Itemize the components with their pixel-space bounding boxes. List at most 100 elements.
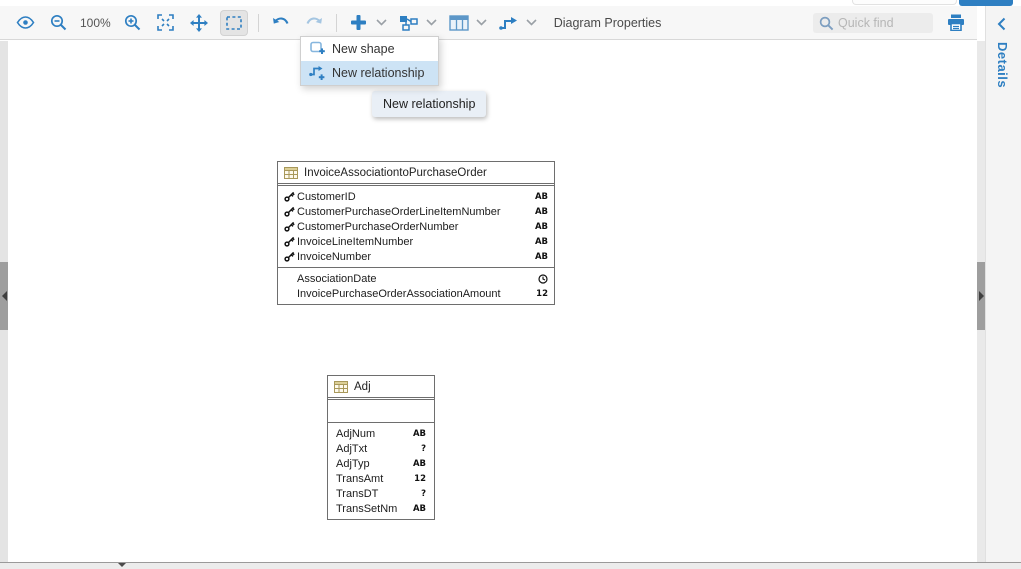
menu-item-new-shape[interactable]: New shape: [301, 37, 438, 61]
selection-rectangle-icon: [226, 16, 242, 30]
relationship-style-button[interactable]: [498, 12, 520, 34]
attribute-row[interactable]: TransAmt 12: [328, 471, 434, 486]
relationship-style-dropdown-arrow[interactable]: [526, 19, 537, 26]
key-icon: [284, 251, 297, 262]
non-key-attributes-compartment: AdjNum AB AdjTxt ? AdjTyp AB TransAmt 12…: [328, 423, 434, 519]
new-item-dropdown-arrow[interactable]: [376, 19, 387, 26]
eye-icon: [16, 16, 35, 29]
print-button[interactable]: [945, 12, 967, 34]
entity-name: InvoiceAssociationtoPurchaseOrder: [304, 167, 487, 179]
entity-table-icon: [334, 381, 348, 393]
pan-tool-button[interactable]: [188, 12, 210, 34]
attribute-name: AssociationDate: [297, 273, 538, 285]
collapse-panel-button[interactable]: [997, 17, 1006, 31]
left-panel-rail: [0, 41, 8, 562]
new-item-button[interactable]: [348, 12, 370, 34]
attribute-name: TransSetNm: [336, 503, 413, 515]
attribute-row[interactable]: TransDT ?: [328, 486, 434, 501]
new-relationship-icon: [309, 65, 325, 81]
attribute-row[interactable]: AdjTxt ?: [328, 441, 434, 456]
attribute-row[interactable]: AdjTyp AB: [328, 456, 434, 471]
key-icon: [284, 206, 297, 217]
attribute-row[interactable]: InvoiceNumber AB: [278, 249, 554, 264]
entity-adj[interactable]: Adj AdjNum AB AdjTxt ? AdjTyp AB TransAm…: [327, 375, 435, 520]
fit-to-screen-button[interactable]: [155, 12, 177, 34]
attribute-row[interactable]: CustomerID AB: [278, 189, 554, 204]
new-shape-icon: [309, 41, 325, 57]
attribute-type: ?: [421, 489, 426, 499]
move-arrows-icon: [190, 14, 208, 32]
auto-layout-button[interactable]: [398, 12, 420, 34]
search-icon: [819, 16, 834, 31]
chevron-down-icon: [476, 19, 487, 26]
cutoff-blue-button-fragment[interactable]: [959, 0, 1013, 6]
preview-eye-button[interactable]: [14, 12, 36, 34]
attribute-type: AB: [535, 222, 548, 232]
diagram-properties-button[interactable]: Diagram Properties: [554, 16, 662, 30]
attribute-type: AB: [535, 192, 548, 202]
attribute-type: AB: [535, 252, 548, 262]
menu-item-label: New shape: [332, 42, 395, 56]
layout-boxes-icon: [399, 15, 418, 31]
entity-table-icon: [284, 167, 298, 179]
zoom-level: 100%: [80, 16, 111, 30]
attribute-name: CustomerPurchaseOrderLineItemNumber: [297, 206, 535, 218]
bottom-panel-rail: [0, 562, 1021, 569]
plus-icon: [351, 15, 366, 30]
attribute-row[interactable]: CustomerPurchaseOrderNumber AB: [278, 219, 554, 234]
toolbar-divider: [336, 14, 337, 32]
cutoff-input-fragment: [852, 0, 957, 5]
auto-layout-dropdown-arrow[interactable]: [426, 19, 437, 26]
tooltip: New relationship: [372, 91, 486, 117]
entity-header[interactable]: Adj: [328, 376, 434, 398]
attribute-row[interactable]: TransSetNm AB: [328, 501, 434, 516]
redo-icon: [305, 16, 323, 29]
attribute-name: InvoiceLineItemNumber: [297, 236, 535, 248]
attribute-type: AB: [413, 429, 426, 439]
attribute-type: AB: [413, 459, 426, 469]
redo-button[interactable]: [303, 12, 325, 34]
zoom-out-icon: [50, 14, 67, 31]
right-panel-expand-handle[interactable]: [977, 262, 985, 330]
bottom-panel-expand-handle[interactable]: [118, 563, 126, 567]
attribute-type: 12: [414, 474, 426, 484]
non-key-attributes-compartment: AssociationDate InvoicePurchaseOrderAsso…: [278, 268, 554, 304]
zoom-out-button[interactable]: [47, 12, 69, 34]
attribute-row[interactable]: InvoicePurchaseOrderAssociationAmount 12: [278, 286, 554, 301]
key-attributes-compartment: CustomerID AB CustomerPurchaseOrderLineI…: [278, 186, 554, 268]
undo-button[interactable]: [270, 12, 292, 34]
attribute-name: TransDT: [336, 488, 421, 500]
key-icon: [284, 191, 297, 202]
chevron-down-icon: [426, 19, 437, 26]
chevron-left-icon: [2, 291, 7, 301]
clock-icon: [538, 274, 548, 284]
attribute-name: InvoiceNumber: [297, 251, 535, 263]
toolbar-divider: [258, 14, 259, 32]
toolbar-right-group: [813, 12, 967, 34]
attribute-type: AB: [535, 237, 548, 247]
right-panel-rail: [977, 41, 985, 562]
attribute-type: ?: [421, 444, 426, 454]
key-icon: [284, 221, 297, 232]
tab-details[interactable]: Details: [995, 42, 1010, 88]
select-tool-button[interactable]: [221, 11, 247, 35]
attribute-row[interactable]: CustomerPurchaseOrderLineItemNumber AB: [278, 204, 554, 219]
table-display-button[interactable]: [448, 12, 470, 34]
entity-invoice-association[interactable]: InvoiceAssociationtoPurchaseOrder Custom…: [277, 161, 555, 305]
attribute-row[interactable]: InvoiceLineItemNumber AB: [278, 234, 554, 249]
diagram-editor-window: 100%: [0, 0, 1021, 569]
details-sidebar: Details: [985, 6, 1021, 562]
chevron-down-icon: [526, 19, 537, 26]
chevron-down-icon: [376, 19, 387, 26]
attribute-row[interactable]: AssociationDate: [278, 271, 554, 286]
entity-header[interactable]: InvoiceAssociationtoPurchaseOrder: [278, 162, 554, 184]
table-icon: [449, 15, 469, 31]
table-display-dropdown-arrow[interactable]: [476, 19, 487, 26]
fit-to-screen-icon: [157, 14, 174, 31]
left-panel-expand-handle[interactable]: [0, 262, 8, 330]
zoom-in-button[interactable]: [122, 12, 144, 34]
attribute-name: CustomerPurchaseOrderNumber: [297, 221, 535, 233]
menu-item-new-relationship[interactable]: New relationship: [301, 61, 438, 85]
quick-find: [813, 13, 933, 33]
attribute-row[interactable]: AdjNum AB: [328, 426, 434, 441]
